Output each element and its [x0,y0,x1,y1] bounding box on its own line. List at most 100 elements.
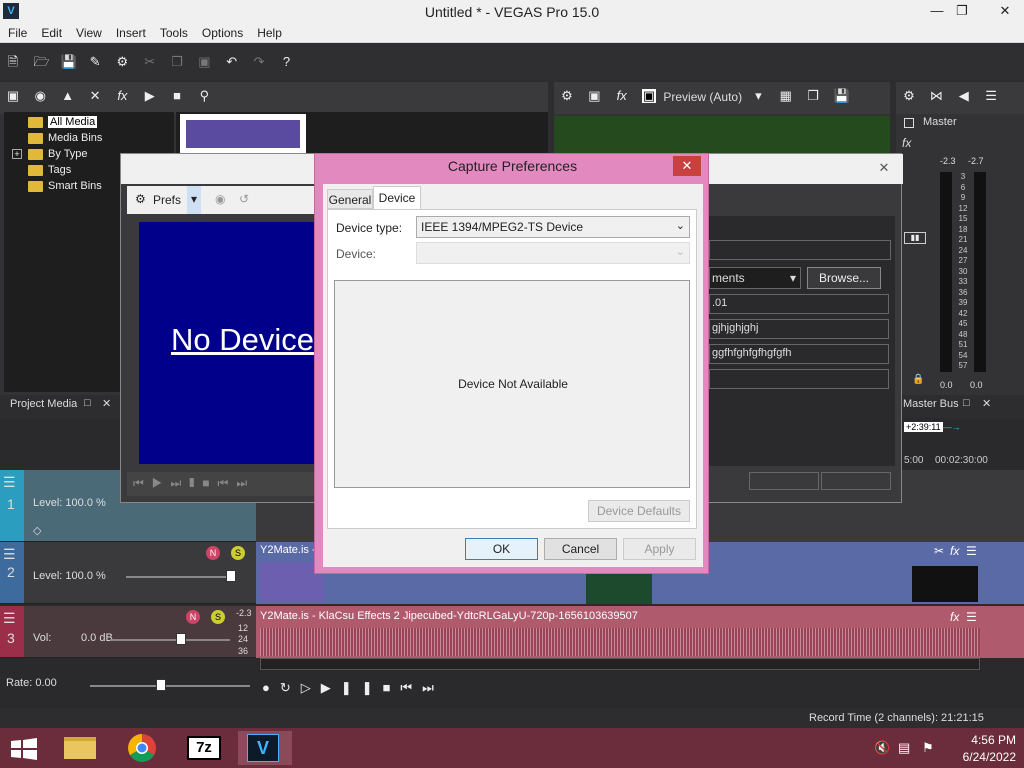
open-icon[interactable]: 🗁 [33,55,49,69]
cancel-button[interactable]: Cancel [544,538,617,560]
tree-all-media[interactable]: All Media [28,116,98,131]
hamburger-icon[interactable]: ☰ [3,546,16,563]
redo-icon[interactable]: ↷ [252,55,266,69]
media-thumbnail[interactable] [180,114,306,154]
go-end-icon[interactable]: ⏭ [422,680,444,695]
new-icon[interactable]: 🗎 [6,55,20,69]
capture-field[interactable]: .01 [709,294,889,314]
reset-icon[interactable]: ↺ [239,192,249,206]
render-icon[interactable]: ✎ [88,55,102,69]
effects-icon[interactable]: fx [115,89,129,103]
tab-general[interactable]: General [327,189,373,209]
capture-transport-icons[interactable]: ⏮▶⏭❚■⏮⏭ [133,476,255,491]
level-slider[interactable] [126,576,236,578]
apply-button[interactable]: Apply [623,538,696,560]
help-icon[interactable]: ? [279,55,293,69]
capture-field[interactable]: gjhjghjghj [709,319,889,339]
maximize-icon[interactable]: □ [963,397,970,409]
menu-view[interactable]: View [68,23,108,40]
clip-fx-icon[interactable]: fx [950,544,959,558]
clip-menu-icon[interactable]: ☰ [966,544,977,558]
restore-button[interactable]: ❐ [947,0,977,22]
refresh-icon[interactable]: ◉ [215,192,225,206]
chevron-down-icon[interactable]: ▾ [751,89,765,103]
menu-edit[interactable]: Edit [33,23,68,40]
capture-close-icon[interactable]: ✕ [874,160,894,178]
preview-quality-dropdown[interactable]: Preview (Auto) [663,90,742,104]
mixer-icon[interactable]: ☰ [984,89,998,103]
lock-icon[interactable]: 🔒 [912,374,924,385]
project-media-tab[interactable]: Project Media □ ✕ [0,396,120,414]
volume-muted-icon[interactable]: 🔇 [874,740,890,756]
paste-icon[interactable]: ▣ [197,55,211,69]
rate-slider-knob[interactable] [156,679,166,691]
preview-gear-icon[interactable]: ⚙ [560,89,574,103]
import-media-icon[interactable]: ▣ [6,89,20,103]
track-3-lane[interactable]: Y2Mate.is - KlaCsu Effects 2 Jipecubed-Y… [256,606,1024,658]
capture-button[interactable] [821,472,891,490]
volume-slider[interactable] [110,639,230,641]
menu-tools[interactable]: Tools [152,23,194,40]
chevron-down-icon[interactable]: ▾ [187,186,201,214]
solo-icon[interactable]: S [231,546,245,560]
keyframe-icon[interactable]: ◇ [33,524,41,537]
mute-icon[interactable]: N [186,610,200,624]
browse-button[interactable]: Browse... [807,267,881,289]
cut-icon[interactable]: ✂ [143,55,157,69]
search-icon[interactable]: ⚲ [197,89,211,103]
hamburger-icon[interactable]: ☰ [3,474,16,491]
timeline-scrollbar[interactable] [260,658,980,670]
undo-icon[interactable]: ↶ [225,55,239,69]
tree-tags[interactable]: Tags [28,164,71,179]
level-slider-knob[interactable] [226,570,236,582]
save-snapshot-icon[interactable]: 💾 [833,89,849,103]
track-2-header[interactable]: ☰ 2 Level: 100.0 % N S [0,542,256,604]
folder-dropdown[interactable]: ments ▾ [709,267,801,289]
tree-media-bins[interactable]: Media Bins [28,132,102,147]
menu-help[interactable]: Help [249,23,288,40]
clip-fx-icon[interactable]: fx [950,610,959,624]
capture-button[interactable] [749,472,819,490]
copy-snapshot-icon[interactable]: ❐ [806,89,820,103]
play-icon[interactable]: ▶ [143,89,157,103]
effects-icon[interactable]: fx [615,89,629,103]
tree-by-type[interactable]: + By Type [12,148,88,163]
save-icon[interactable]: 💾 [61,55,77,69]
vegas-icon[interactable]: V [238,731,292,765]
record-icon[interactable]: ● [262,680,280,695]
rate-slider[interactable] [90,685,250,687]
mute-icon[interactable]: N [206,546,220,560]
go-start-icon[interactable]: ⏮ [400,680,422,695]
device-defaults-button[interactable]: Device Defaults [588,500,690,522]
link-faders-icon[interactable]: ▮▮ [904,232,926,244]
get-media-icon[interactable]: ▲ [61,89,75,103]
close-window-button[interactable]: ✕ [986,0,1024,22]
remove-icon[interactable]: ✕ [88,89,102,103]
menu-insert[interactable]: Insert [108,23,152,40]
ok-button[interactable]: OK [465,538,538,560]
network-icon[interactable]: ▤ [898,740,910,756]
capture-field[interactable] [709,369,889,389]
stop-icon[interactable]: ■ [170,89,184,103]
close-tab-icon[interactable]: ✕ [102,397,111,410]
master-bus-tab[interactable]: Master Bus □ ✕ [900,396,1000,414]
chrome-icon[interactable] [122,731,162,765]
expand-icon[interactable]: + [12,149,22,159]
tree-smart-bins[interactable]: Smart Bins [28,180,102,195]
capture-icon[interactable]: ◉ [33,89,47,103]
dialog-close-button[interactable]: ✕ [673,156,701,176]
capture-field[interactable]: ggfhfghfgfhgfgfh [709,344,889,364]
split-screen-icon[interactable]: ▣ [642,89,657,103]
maximize-icon[interactable]: □ [84,397,91,409]
grid-icon[interactable]: ▦ [779,89,793,103]
stop-icon[interactable]: ■ [383,680,401,695]
crop-icon[interactable]: ✂ [934,544,944,558]
prefs-gear-icon[interactable]: ⚙ [135,192,146,206]
solo-icon[interactable]: S [211,610,225,624]
menu-options[interactable]: Options [194,23,249,40]
dim-icon[interactable]: ◀ [957,89,971,103]
clock-time[interactable]: 4:56 PM [956,733,1016,747]
device-select[interactable]: ⌄ [416,242,690,264]
copy-icon[interactable]: ❐ [170,55,184,69]
master-checkbox[interactable] [904,118,914,128]
